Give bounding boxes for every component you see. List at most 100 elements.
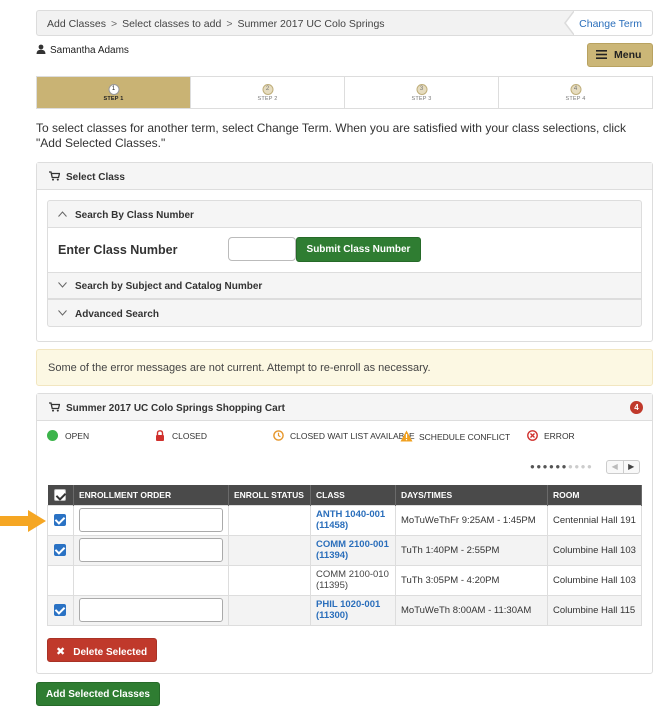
table-row: ANTH 1040-001 (11458) MoTuWeThFr 9:25AM … — [47, 504, 642, 536]
submit-class-number-button[interactable]: Submit Class Number — [296, 237, 421, 262]
row-select-cell — [47, 504, 74, 536]
step-label: STEP 2 — [257, 96, 278, 102]
cart-count-badge: 4 — [630, 401, 643, 414]
room-cell: Columbine Hall 103 — [547, 564, 642, 596]
shopping-cart-table: ENROLLMENT ORDER ENROLL STATUS CLASS DAY… — [47, 485, 642, 626]
enrollment-order-cell — [73, 564, 229, 596]
step-1: 1 STEP 1 — [37, 77, 191, 108]
cart-icon — [49, 171, 60, 181]
search-by-class-number-label: Search By Class Number — [75, 210, 194, 221]
next-page-icon[interactable]: ▶ — [622, 461, 640, 473]
close-icon: ✖ — [56, 646, 66, 658]
user-name: Samantha Adams — [50, 45, 129, 56]
clock-icon — [273, 430, 284, 441]
row-select-cell — [47, 564, 74, 596]
column-header: ROOM — [547, 485, 642, 505]
table-row: COMM 2100-010 (11395) TuTh 3:05PM - 4:20… — [47, 564, 642, 596]
enroll-status-cell — [228, 594, 311, 626]
class-link[interactable]: COMM 2100-001 (11394) — [316, 539, 390, 561]
user-icon — [36, 44, 46, 54]
select-all-header — [47, 485, 74, 505]
days-times-cell: MoTuWeTh 8:00AM - 11:30AM — [395, 594, 548, 626]
legend-conflict: SCHEDULE CONFLICT — [400, 430, 510, 442]
chevron-down-icon — [58, 282, 67, 288]
legend-closed-label: CLOSED — [172, 431, 207, 441]
row-checkbox[interactable] — [54, 514, 66, 526]
warning-message: Some of the error messages are not curre… — [36, 349, 653, 386]
column-header: ENROLL STATUS — [228, 485, 311, 505]
column-header: DAYS/TIMES — [395, 485, 548, 505]
legend-conflict-label: SCHEDULE CONFLICT — [419, 432, 511, 442]
menu-button[interactable]: Menu — [587, 43, 653, 67]
open-status-icon — [47, 430, 58, 441]
legend-error: ERROR — [527, 430, 575, 441]
class-number-row: Enter Class Number Submit Class Number — [47, 228, 642, 273]
add-selected-classes-button[interactable]: Add Selected Classes — [36, 682, 160, 706]
legend-waitlist: CLOSED WAIT LIST AVAILABLE — [273, 430, 415, 441]
legend-open: OPEN — [47, 430, 89, 441]
advanced-search-label: Advanced Search — [75, 309, 159, 320]
table-row: COMM 2100-001 (11394) TuTh 1:40PM - 2:55… — [47, 534, 642, 566]
enroll-status-cell — [228, 534, 311, 566]
legend-closed: CLOSED — [155, 430, 207, 441]
row-checkbox[interactable] — [54, 604, 66, 616]
menu-label: Menu — [614, 49, 642, 61]
delete-selected-label: Delete Selected — [73, 647, 148, 658]
change-term-button[interactable]: Change Term — [564, 10, 653, 36]
table-row: PHIL 1020-001 (11300) MoTuWeTh 8:00AM - … — [47, 594, 642, 626]
step-number: 1 — [108, 84, 119, 95]
breadcrumb-add-classes[interactable]: Add Classes — [47, 18, 106, 30]
chevron-up-icon — [58, 211, 67, 217]
select-class-title: Select Class — [66, 172, 125, 183]
hamburger-icon — [596, 50, 607, 59]
enrollment-order-cell — [73, 504, 229, 536]
class-cell: COMM 2100-010 (11395) — [310, 564, 396, 596]
class-link[interactable]: PHIL 1020-001 (11300) — [316, 599, 390, 621]
step-number: 3 — [416, 84, 427, 95]
enroll-status-cell — [228, 564, 311, 596]
days-times-cell: TuTh 3:05PM - 4:20PM — [395, 564, 548, 596]
class-cell: COMM 2100-001 (11394) — [310, 534, 396, 566]
enrollment-order-input[interactable] — [79, 508, 223, 532]
search-by-subject-toggle[interactable]: Search by Subject and Catalog Number — [47, 272, 642, 299]
class-number-input[interactable] — [228, 237, 296, 261]
pointer-arrow-icon — [0, 510, 46, 532]
column-header: ENROLLMENT ORDER — [73, 485, 229, 505]
enrollment-order-cell — [73, 534, 229, 566]
select-class-header: Select Class — [37, 163, 652, 190]
legend-open-label: OPEN — [65, 431, 90, 441]
pager-controls: ◀ ▶ — [606, 460, 640, 474]
step-number: 4 — [570, 84, 581, 95]
step-2: 2 STEP 2 — [191, 77, 345, 108]
delete-selected-button[interactable]: ✖ Delete Selected — [47, 638, 157, 662]
previous-page-icon[interactable]: ◀ — [607, 461, 623, 473]
breadcrumb: Add Classes > Select classes to add > Summer… — [36, 10, 653, 36]
legend-waitlist-label: CLOSED WAIT LIST AVAILABLE — [290, 431, 415, 441]
step-progress: 1 STEP 1 2 STEP 2 3 STEP 3 4 STEP 4 — [36, 76, 653, 109]
select-all-checkbox[interactable] — [53, 488, 66, 501]
error-icon — [527, 430, 538, 441]
enrollment-order-input[interactable] — [79, 538, 223, 562]
shopping-cart-title: Summer 2017 UC Colo Springs Shopping Car… — [66, 403, 285, 414]
breadcrumb-select-classes[interactable]: Select classes to add — [122, 18, 221, 30]
shopping-cart-header: Summer 2017 UC Colo Springs Shopping Car… — [37, 394, 652, 421]
row-checkbox[interactable] — [54, 544, 66, 556]
class-cell: ANTH 1040-001 (11458) — [310, 504, 396, 536]
room-cell: Columbine Hall 103 — [547, 534, 642, 566]
search-by-subject-label: Search by Subject and Catalog Number — [75, 281, 263, 292]
warning-icon — [400, 430, 413, 442]
search-by-class-number-toggle[interactable]: Search By Class Number — [47, 200, 642, 228]
room-cell: Columbine Hall 115 — [547, 594, 642, 626]
page-indicator-dots: ●●●●●●●●●● — [530, 462, 594, 471]
row-select-cell — [47, 534, 74, 566]
user-info: Samantha Adams — [36, 44, 129, 56]
step-label: STEP 4 — [565, 96, 586, 102]
step-3: 3 STEP 3 — [345, 77, 499, 108]
enrollment-order-input[interactable] — [79, 598, 223, 622]
step-label: STEP 1 — [103, 96, 124, 102]
chevron-down-icon — [58, 310, 67, 316]
class-text: COMM 2100-010 (11395) — [316, 569, 389, 591]
advanced-search-toggle[interactable]: Advanced Search — [47, 299, 642, 327]
class-link[interactable]: ANTH 1040-001 (11458) — [316, 509, 390, 531]
step-number: 2 — [262, 84, 273, 95]
